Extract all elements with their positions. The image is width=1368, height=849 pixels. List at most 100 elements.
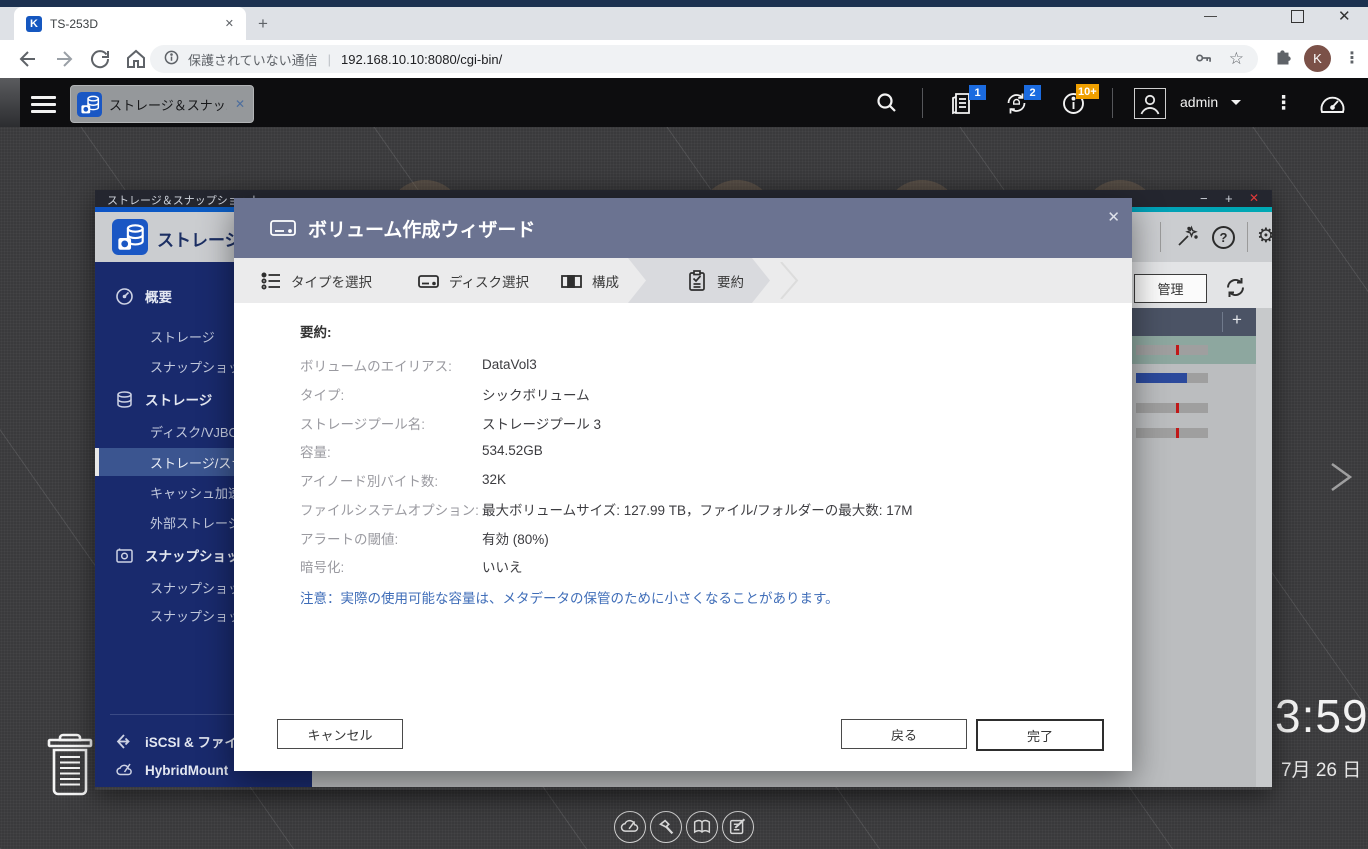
dock-utilities-icon[interactable] (650, 811, 682, 843)
wizard-close-icon[interactable]: ✕ (1107, 208, 1120, 226)
reload-icon[interactable] (88, 47, 112, 76)
step-label: タイプを選択 (291, 274, 372, 290)
refresh-icon[interactable] (1222, 274, 1249, 306)
summary-row: 暗号化: いいえ (300, 551, 1100, 580)
browser-menu-icon[interactable]: ⋮ (1344, 48, 1360, 68)
browser-minimize-button[interactable]: — (1204, 8, 1217, 23)
summary-row: 容量: 534.52GB (300, 436, 1100, 465)
step-label: ディスク選択 (449, 274, 530, 290)
qts-app-tab[interactable]: ストレージ＆スナッ... ✕ (70, 85, 254, 123)
browser-profile-avatar[interactable]: K (1304, 45, 1331, 72)
summary-row: ストレージプール名: ストレージプール 3 (300, 408, 1100, 437)
browser-close-button[interactable]: ✕ (1338, 7, 1351, 25)
admin-caret-icon[interactable] (1231, 100, 1241, 105)
storage-app-icon (112, 219, 148, 260)
step-label: 要約 (717, 274, 744, 290)
extensions-puzzle-icon[interactable] (1272, 48, 1294, 75)
summary-value: 有効 (80%) (482, 531, 549, 547)
scrollbar-gutter[interactable] (1256, 308, 1272, 787)
user-avatar-icon[interactable] (1134, 88, 1166, 119)
volume-creation-wizard-dialog: ボリューム作成ウィザード ✕ タイプを選択 ディスク選択 構成 要約 要約: ボ… (234, 198, 1132, 771)
summary-value: シックボリューム (482, 387, 590, 403)
notifications-badge: 2 (1024, 85, 1041, 100)
storage-app-icon (77, 91, 102, 117)
select-disks-icon (417, 270, 440, 292)
resource-monitor-gauge-icon[interactable] (1318, 90, 1347, 122)
window-minimize-icon[interactable]: − (1200, 191, 1208, 206)
main-menu-icon[interactable] (31, 92, 56, 117)
dock-feedback-icon[interactable] (722, 811, 754, 843)
step-label: 構成 (592, 274, 619, 290)
summary-label: アラートの閾値: (300, 531, 399, 547)
wizard-header: ボリューム作成ウィザード ✕ (234, 198, 1132, 258)
window-close-icon[interactable]: ✕ (1249, 191, 1259, 205)
database-icon (115, 390, 134, 409)
usage-bar (1136, 428, 1208, 438)
summary-value: ストレージプール 3 (482, 416, 601, 432)
bookmark-star-icon[interactable]: ☆ (1229, 49, 1244, 69)
page-info-icon[interactable] (164, 50, 179, 68)
sidebar-label: HybridMount (145, 762, 229, 778)
help-icon[interactable]: ? (1212, 226, 1235, 249)
sidebar-label: ストレージ (145, 393, 213, 408)
browser-window-frame (0, 0, 1368, 7)
browser-tab[interactable]: K TS-253D ✕ (14, 7, 246, 40)
address-bar[interactable]: 保護されていない通信 | 192.168.10.10:8080/cgi-bin/… (150, 45, 1258, 73)
next-screen-chevron-icon[interactable] (1328, 461, 1354, 498)
qts-divider (1112, 88, 1113, 118)
qts-more-menu-icon[interactable]: ⋮ (1274, 92, 1293, 115)
summary-row: アイノード別バイト数: 32K (300, 465, 1100, 494)
summary-label: タイプ: (300, 387, 345, 403)
recycle-bin-icon[interactable] (43, 728, 97, 803)
cancel-button[interactable]: キャンセル (277, 719, 403, 749)
summary-row: アラートの閾値: 有効 (80%) (300, 523, 1100, 552)
security-label: 保護されていない通信 (188, 52, 318, 68)
summary-row: ボリュームのエイリアス: DataVol3 (300, 350, 1100, 379)
summary-row: タイプ: シックボリューム (300, 379, 1100, 408)
summary-label: ファイルシステムオプション: (300, 502, 479, 518)
admin-user-label[interactable]: admin (1180, 94, 1218, 110)
usage-bar (1136, 373, 1208, 383)
qts-search-icon[interactable] (874, 90, 900, 121)
snapshot-icon (115, 546, 134, 565)
step-summary-active: 要約 (686, 258, 744, 303)
qts-corner-panel (0, 78, 20, 127)
forward-icon[interactable] (52, 47, 76, 76)
desktop-clock: 3:59 (1275, 690, 1368, 742)
qts-app-tab-close-icon[interactable]: ✕ (235, 97, 245, 111)
window-maximize-icon[interactable]: + (1225, 191, 1233, 206)
configure-icon (560, 270, 583, 292)
password-key-icon[interactable] (1193, 48, 1213, 71)
toolbar-divider (1247, 222, 1248, 252)
dock-documentation-icon[interactable] (686, 811, 718, 843)
qnap-favicon: K (26, 15, 42, 32)
summary-row: ファイルシステムオプション: 最大ボリュームサイズ: 127.99 TB，ファイル… (300, 494, 1100, 523)
summary-label: 暗号化: (300, 559, 345, 575)
step-configure: 構成 (560, 258, 619, 303)
dock-myqnapcloud-icon[interactable] (614, 811, 646, 843)
new-tab-button[interactable]: + (258, 14, 268, 34)
wizard-wand-icon[interactable] (1175, 225, 1199, 254)
summary-label: アイノード別バイト数: (300, 473, 439, 489)
settings-gear-icon[interactable]: ⚙ (1257, 223, 1275, 248)
back-button[interactable]: 戻る (841, 719, 967, 749)
home-icon[interactable] (124, 47, 148, 76)
summary-value: DataVol3 (482, 357, 537, 372)
back-icon[interactable] (16, 47, 40, 76)
desktop-date: 7月 26 日 (1281, 760, 1362, 781)
browser-maximize-button[interactable] (1291, 10, 1304, 23)
iscsi-icon (115, 732, 134, 751)
add-volume-button[interactable]: + (1232, 310, 1242, 330)
summary-icon (686, 269, 708, 292)
finish-button[interactable]: 完了 (976, 719, 1104, 751)
summary-label: 容量: (300, 444, 331, 460)
summary-heading: 要約: (300, 325, 332, 340)
tab-close-icon[interactable]: ✕ (225, 17, 234, 30)
screen: K TS-253D ✕ + — ✕ 保護されていない通信 | 192.168.1… (0, 0, 1368, 849)
app-header-title: ストレージ (157, 231, 242, 250)
gauge-icon (115, 287, 134, 306)
manage-button[interactable]: 管理 (1134, 274, 1207, 303)
summary-value: 最大ボリュームサイズ: 127.99 TB，ファイル/フォルダーの最大数: 17… (482, 502, 913, 518)
sidebar-label: 外部ストレージ (150, 515, 241, 531)
url-divider: | (327, 51, 332, 67)
